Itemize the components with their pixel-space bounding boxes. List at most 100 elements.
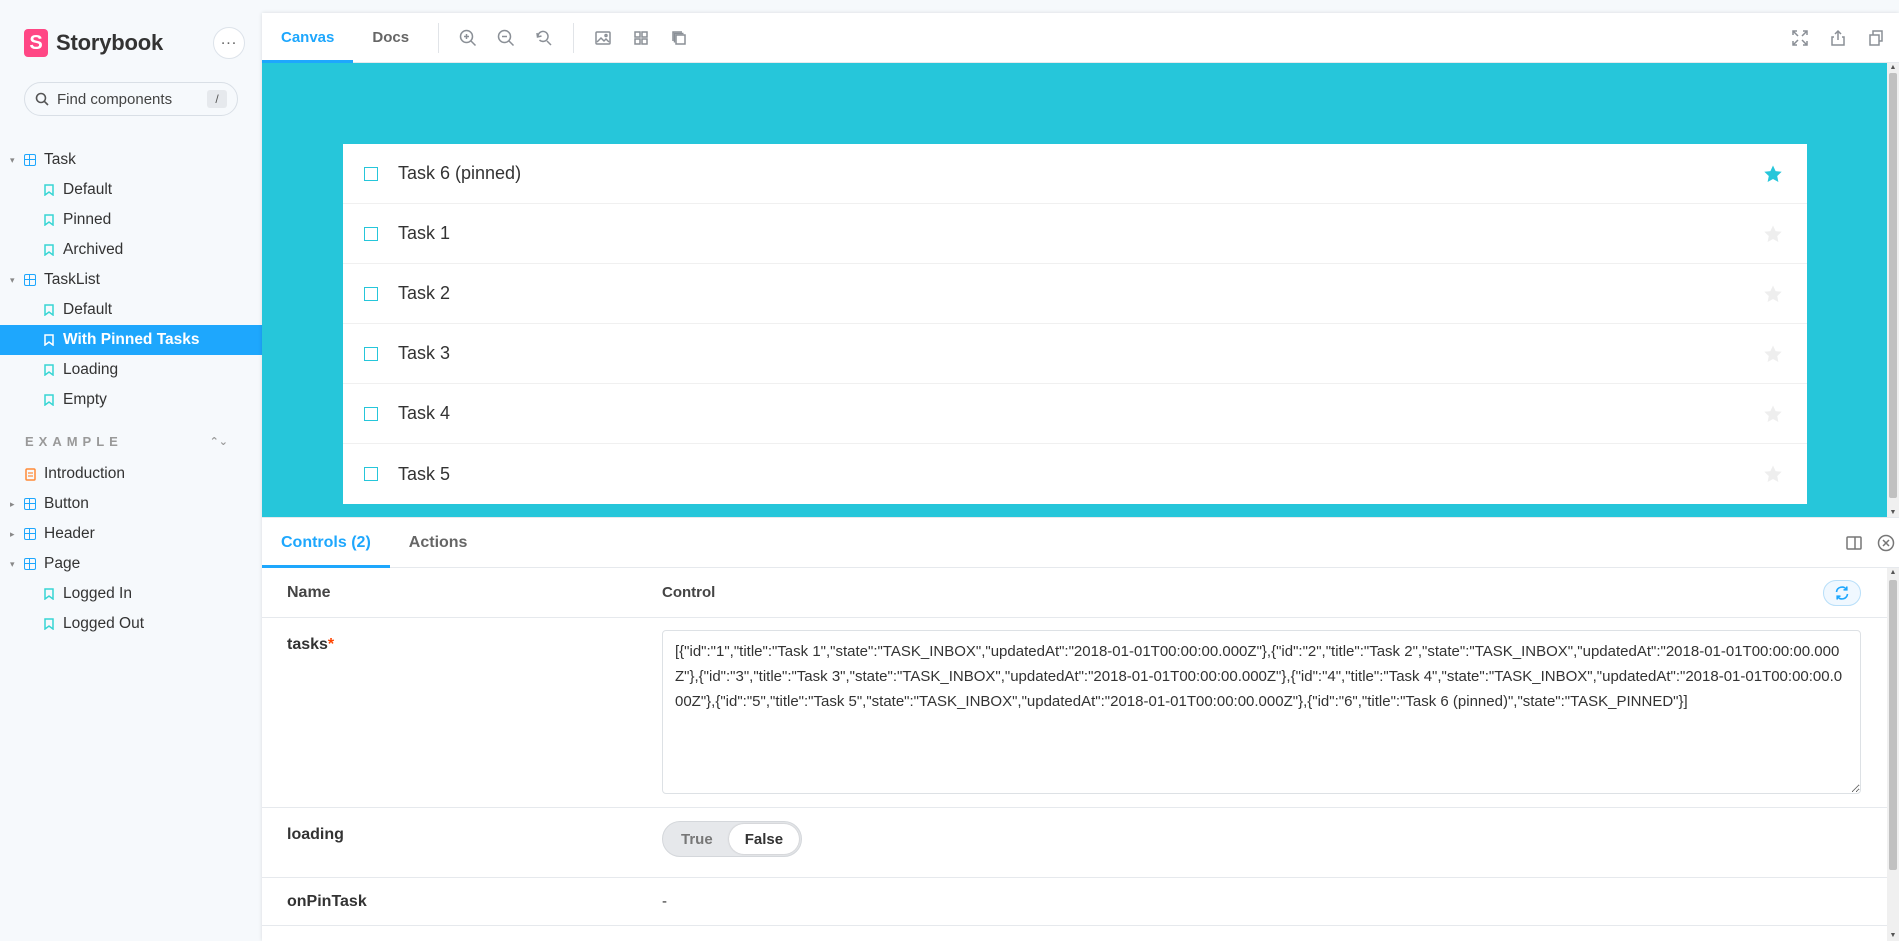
tree-label: With Pinned Tasks: [63, 331, 200, 348]
panel-orientation-icon[interactable]: [1845, 534, 1863, 552]
control-value: -: [662, 893, 667, 910]
tree-story-page-logged-out[interactable]: Logged Out: [0, 609, 262, 639]
tree-story-page-logged-in[interactable]: Logged In: [0, 579, 262, 609]
tree-component-header[interactable]: ▸ Header: [0, 519, 262, 549]
task-title: Task 3: [398, 343, 451, 363]
reset-controls-button[interactable]: [1823, 580, 1861, 606]
tasks-json-textarea[interactable]: [{"id":"1","title":"Task 1","state":"TAS…: [662, 630, 1861, 794]
task-checkbox[interactable]: [364, 166, 378, 181]
tree-label: Archived: [63, 241, 124, 258]
loading-boolean-toggle[interactable]: True False: [662, 821, 803, 857]
section-example[interactable]: EXAMPLE ⌃⌄: [0, 415, 262, 459]
chevron-right-icon: ▸: [10, 528, 15, 539]
task-item[interactable]: Task 5: [343, 444, 1807, 504]
toggle-option-true[interactable]: True: [665, 824, 729, 854]
zoom-reset-icon: [536, 30, 552, 46]
tree-component-button[interactable]: ▸ Button: [0, 489, 262, 519]
search-box[interactable]: /: [24, 82, 238, 116]
tree-story-tasklist-default[interactable]: Default: [0, 295, 262, 325]
fullscreen-button[interactable]: [1781, 13, 1819, 63]
toolbar: Canvas Docs: [262, 13, 1899, 63]
task-checkbox[interactable]: [364, 467, 378, 481]
more-menu-button[interactable]: ...: [213, 27, 245, 59]
zoom-in-button[interactable]: [449, 13, 487, 63]
section-title: EXAMPLE: [25, 433, 123, 449]
task-checkbox[interactable]: [364, 346, 378, 361]
component-icon: [24, 528, 36, 540]
task-checkbox[interactable]: [364, 406, 378, 421]
control-row-tasks: tasks* [{"id":"1","title":"Task 1","stat…: [262, 618, 1887, 808]
task-title: Task 5: [398, 463, 451, 484]
close-icon[interactable]: [1877, 534, 1895, 552]
tree-story-task-pinned[interactable]: Pinned: [0, 205, 262, 235]
task-item[interactable]: Task 6 (pinned): [343, 144, 1807, 204]
bookmark-icon: [44, 588, 54, 600]
search-input[interactable]: [57, 90, 197, 108]
tree-label: Button: [44, 495, 89, 512]
tree-doc-introduction[interactable]: Introduction: [0, 459, 262, 489]
tree-story-task-archived[interactable]: Archived: [0, 235, 262, 265]
sync-icon: [1835, 586, 1849, 600]
tree-story-tasklist-empty[interactable]: Empty: [0, 385, 262, 415]
tree-story-tasklist-loading[interactable]: Loading: [0, 355, 262, 385]
sidebar: S Storybook ... / ▾ Task Default Pinned …: [0, 0, 262, 941]
background-button[interactable]: [584, 13, 622, 63]
tree-label: Logged Out: [63, 615, 145, 632]
star-icon[interactable]: [1763, 344, 1783, 364]
storybook-logo-icon: S: [24, 29, 48, 57]
canvas-scrollbar[interactable]: ▲ ▼: [1887, 63, 1899, 518]
chevron-down-icon: ▾: [10, 274, 15, 285]
ellipsis-icon: ...: [220, 31, 238, 48]
scrollbar-thumb[interactable]: [1889, 73, 1897, 498]
star-icon[interactable]: [1763, 464, 1783, 484]
tab-canvas[interactable]: Canvas: [262, 13, 354, 63]
outline-button[interactable]: [660, 13, 698, 63]
tree-component-task[interactable]: ▾ Task: [0, 145, 262, 175]
scrollbar-thumb[interactable]: [1889, 580, 1897, 870]
tab-actions[interactable]: Actions: [390, 518, 487, 568]
task-item[interactable]: Task 3: [343, 324, 1807, 384]
zoom-out-button[interactable]: [487, 13, 525, 63]
chevron-down-icon: ▾: [10, 154, 15, 165]
star-icon[interactable]: [1763, 164, 1783, 184]
tree-label: Default: [63, 301, 113, 318]
expand-collapse-icon[interactable]: ⌃⌄: [210, 435, 228, 448]
zoom-reset-button[interactable]: [525, 13, 563, 63]
tab-controls[interactable]: Controls (2): [262, 518, 390, 568]
zoom-out-icon: [497, 29, 515, 46]
share-button[interactable]: [1819, 13, 1857, 63]
task-item[interactable]: Task 4: [343, 384, 1807, 444]
copy-link-button[interactable]: [1857, 13, 1895, 63]
tree-label: Page: [44, 555, 81, 572]
tree-component-page[interactable]: ▾ Page: [0, 549, 262, 579]
grid-icon: [634, 30, 648, 45]
task-checkbox[interactable]: [364, 286, 378, 301]
task-item[interactable]: Task 2: [343, 264, 1807, 324]
tree-story-tasklist-with-pinned-tasks[interactable]: With Pinned Tasks: [0, 325, 262, 355]
star-icon[interactable]: [1763, 284, 1783, 304]
addons-panel: Controls (2) Actions Name Control tasks*…: [262, 518, 1899, 941]
star-icon[interactable]: [1763, 404, 1783, 424]
star-icon[interactable]: [1763, 224, 1783, 244]
tree-story-task-default[interactable]: Default: [0, 175, 262, 205]
task-checkbox[interactable]: [364, 226, 378, 241]
search-shortcut-key: /: [207, 90, 227, 108]
tab-docs[interactable]: Docs: [353, 13, 428, 63]
component-tree: ▾ Task Default Pinned Archived ▾ TaskLis…: [0, 145, 262, 639]
scroll-down-icon[interactable]: ▼: [1887, 508, 1899, 518]
tree-label: Introduction: [44, 465, 125, 482]
scroll-up-icon[interactable]: ▲: [1887, 63, 1899, 73]
scroll-down-icon[interactable]: ▼: [1887, 931, 1899, 941]
tree-component-tasklist[interactable]: ▾ TaskList: [0, 265, 262, 295]
toggle-option-false[interactable]: False: [728, 824, 800, 854]
panel-icons: [1845, 518, 1899, 568]
task-title: Task 2: [398, 283, 451, 303]
zoom-in-icon: [459, 29, 477, 46]
tree-label: Pinned: [63, 211, 112, 228]
brand[interactable]: S Storybook: [24, 28, 163, 58]
scroll-up-icon[interactable]: ▲: [1887, 568, 1899, 578]
component-icon: [24, 274, 36, 286]
addons-scrollbar[interactable]: ▲ ▼: [1887, 568, 1899, 941]
task-item[interactable]: Task 1: [343, 204, 1807, 264]
grid-button[interactable]: [622, 13, 660, 63]
